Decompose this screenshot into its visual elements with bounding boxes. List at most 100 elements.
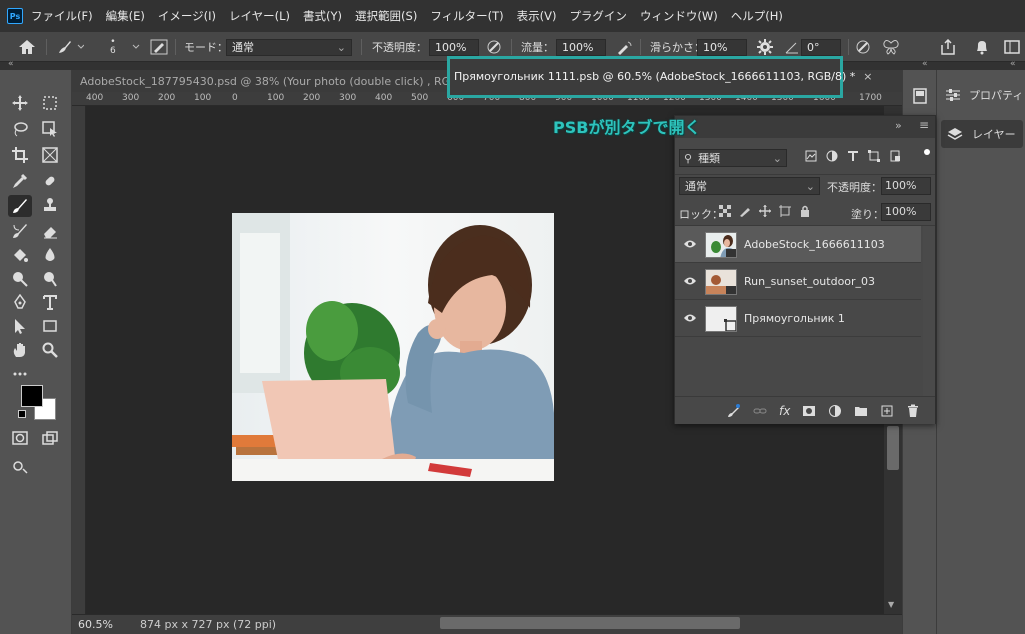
menu-filter[interactable]: フィルター(T): [430, 8, 503, 24]
move-tool-icon[interactable]: [10, 93, 30, 113]
menu-file[interactable]: ファイル(F): [31, 8, 93, 24]
history-brush-tool-icon[interactable]: [10, 221, 30, 241]
brush-action-icon[interactable]: [727, 403, 741, 418]
rectangle-tool-icon[interactable]: [40, 316, 60, 336]
zoom-level[interactable]: 60.5%: [78, 618, 138, 631]
layer-row-rectangle[interactable]: Прямоугольник 1: [675, 300, 921, 337]
fill-field[interactable]: 100%: [881, 203, 931, 221]
collapse-left-icon[interactable]: «: [8, 59, 14, 69]
layers-panel-header[interactable]: » ≡: [675, 116, 935, 138]
brush-settings-icon[interactable]: [150, 32, 168, 62]
collapse-right-icon[interactable]: «: [1010, 59, 1016, 69]
sponge-tool-icon[interactable]: [40, 269, 60, 289]
layer-row-adobestock[interactable]: AdobeStock_1666611103: [675, 226, 921, 263]
brush-size[interactable]: • 6: [110, 32, 116, 62]
filter-pixel-icon[interactable]: [805, 150, 817, 162]
object-select-tool-icon[interactable]: [40, 119, 60, 139]
folder-icon[interactable]: [854, 404, 868, 418]
frame-tool-icon[interactable]: [40, 145, 60, 165]
edit-toolbar-icon[interactable]: [10, 456, 30, 476]
menu-edit[interactable]: 編集(E): [106, 8, 145, 24]
crop-tool-icon[interactable]: [10, 145, 30, 165]
menu-plugins[interactable]: プラグイン: [569, 8, 627, 24]
filter-toggle[interactable]: [924, 149, 930, 155]
scroll-down-icon[interactable]: ▼: [888, 600, 894, 609]
healing-brush-tool-icon[interactable]: [40, 171, 60, 191]
menu-select[interactable]: 選択範囲(S): [355, 8, 417, 24]
flow-field[interactable]: 100%: [556, 39, 606, 56]
hand-tool-icon[interactable]: [10, 340, 30, 360]
dodge-tool-icon[interactable]: [10, 269, 30, 289]
filter-shape-icon[interactable]: [868, 150, 880, 162]
angle-field[interactable]: 0°: [801, 39, 841, 56]
layers-scrollbar[interactable]: [923, 226, 935, 396]
status-arrow-icon[interactable]: ›: [262, 620, 266, 630]
menu-layer[interactable]: レイヤー(L): [229, 8, 290, 24]
vertical-scroll-thumb[interactable]: [887, 426, 899, 470]
home-icon[interactable]: [18, 32, 36, 62]
opacity-field[interactable]: 100%: [429, 39, 479, 56]
tab-adobestock-psd[interactable]: AdobeStock_187795430.psd @ 38% (Your pho…: [72, 70, 482, 92]
horizontal-scroll-thumb[interactable]: [440, 617, 740, 629]
eyedropper-tool-icon[interactable]: [10, 171, 30, 191]
panel-menu-icon[interactable]: ≡: [919, 118, 929, 132]
workspace-icon[interactable]: [1004, 32, 1020, 62]
more-tools-icon[interactable]: [10, 364, 30, 384]
menu-view[interactable]: 表示(V): [517, 8, 557, 24]
blend-mode-select[interactable]: 通常 ⌄: [679, 177, 820, 195]
quick-mask-icon[interactable]: [10, 428, 30, 448]
libraries-icon[interactable]: [912, 88, 928, 107]
filter-adjustment-icon[interactable]: [826, 150, 838, 162]
vertical-ruler[interactable]: [72, 106, 86, 614]
properties-panel-tab[interactable]: プロパティ: [945, 87, 1023, 103]
add-mask-icon[interactable]: [802, 404, 816, 418]
lock-position-icon[interactable]: [759, 205, 771, 217]
blur-tool-icon[interactable]: [40, 245, 60, 265]
trash-icon[interactable]: [906, 404, 920, 418]
chevron-down-icon[interactable]: [131, 32, 141, 62]
layer-effects-icon[interactable]: fx: [779, 404, 790, 418]
eye-icon[interactable]: [683, 275, 697, 287]
menu-help[interactable]: ヘルプ(H): [731, 8, 783, 24]
layer-row-run-sunset[interactable]: Run_sunset_outdoor_03: [675, 263, 921, 300]
document-canvas-photo[interactable]: [232, 213, 554, 481]
foreground-color-swatch[interactable]: [21, 385, 43, 407]
lock-all-icon[interactable]: [799, 205, 811, 217]
brush-preset-icon[interactable]: [56, 32, 84, 62]
tab-psb-active[interactable]: Прямоугольник 1111.psb @ 60.5% (AdobeSto…: [454, 65, 872, 87]
paint-bucket-tool-icon[interactable]: [10, 245, 30, 265]
lock-artboard-icon[interactable]: [779, 205, 791, 217]
eraser-tool-icon[interactable]: [40, 221, 60, 241]
zoom-tool-icon[interactable]: [40, 340, 60, 360]
menu-image[interactable]: イメージ(I): [158, 8, 216, 24]
new-layer-icon[interactable]: [880, 404, 894, 418]
brush-tool-icon[interactable]: [8, 195, 32, 217]
lock-pixels-icon[interactable]: [739, 205, 751, 217]
path-selection-tool-icon[interactable]: [10, 316, 30, 336]
smoothing-field[interactable]: 10%: [697, 39, 747, 56]
menu-window[interactable]: ウィンドウ(W): [640, 8, 718, 24]
marquee-tool-icon[interactable]: [40, 93, 60, 113]
share-icon[interactable]: [940, 32, 956, 62]
bell-icon[interactable]: [974, 32, 990, 62]
screen-mode-icon[interactable]: [40, 428, 60, 448]
collapse-dock-icon[interactable]: «: [922, 59, 928, 69]
link-layers-icon[interactable]: [753, 404, 767, 418]
lock-transparent-icon[interactable]: [719, 205, 731, 217]
stamp-tool-icon[interactable]: [40, 195, 60, 215]
symmetry-butterfly-icon[interactable]: [882, 32, 900, 62]
eye-icon[interactable]: [683, 238, 697, 250]
layers-panel-tab[interactable]: レイヤー: [941, 120, 1023, 148]
close-icon[interactable]: ×: [863, 70, 872, 83]
filter-type-icon[interactable]: [847, 150, 859, 162]
pen-tool-icon[interactable]: [10, 292, 30, 312]
adjustment-layer-icon[interactable]: [828, 404, 842, 418]
type-tool-icon[interactable]: [40, 292, 60, 312]
lasso-tool-icon[interactable]: [10, 119, 30, 139]
mode-select[interactable]: 通常 ⌄: [226, 39, 352, 56]
layer-filter-select[interactable]: ⚲ 種類 ⌄: [679, 149, 787, 167]
panel-collapse-icon[interactable]: »: [895, 119, 902, 132]
filter-smart-object-icon[interactable]: [889, 150, 901, 162]
default-colors-icon[interactable]: [18, 410, 26, 418]
layer-opacity-field[interactable]: 100%: [881, 177, 931, 195]
